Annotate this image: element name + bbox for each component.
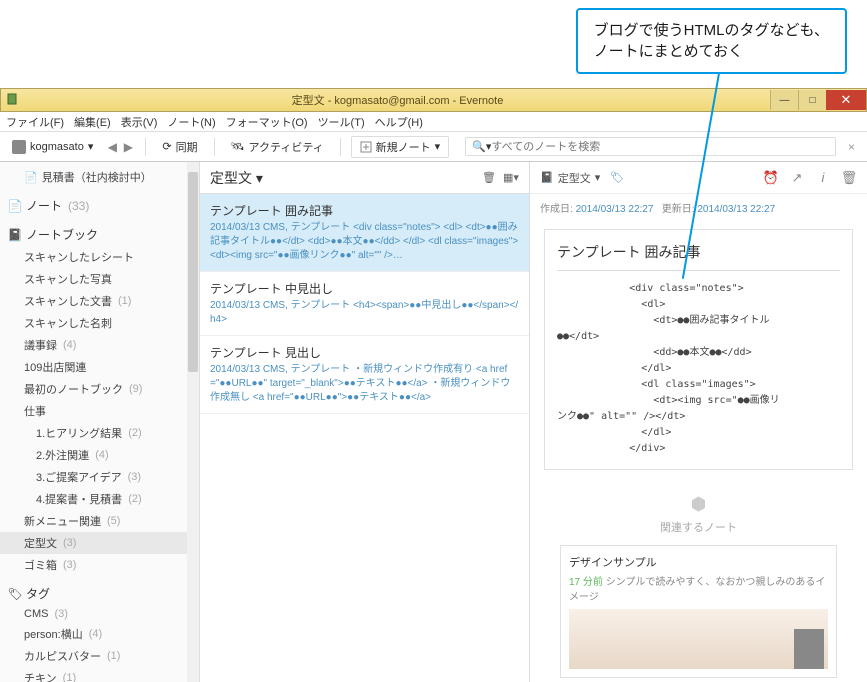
sidebar-notebook-item-selected[interactable]: 定型文(3) bbox=[0, 532, 199, 554]
sidebar-notebook-item[interactable]: スキャンした文書(1) bbox=[0, 290, 199, 312]
search-clear-button[interactable]: × bbox=[842, 140, 861, 154]
nav-back-button[interactable]: ◀ bbox=[105, 140, 119, 154]
tag-icon[interactable]: 🏷 bbox=[610, 171, 624, 184]
related-note-card[interactable]: デザインサンプル 17 分前 シンプルで読みやすく、なおかつ親しみのあるイメージ bbox=[560, 545, 837, 678]
note-meta: 2014/03/13 CMS, テンプレート <h4><span>●●中見出し●… bbox=[210, 299, 519, 327]
user-icon bbox=[12, 140, 26, 154]
maximize-button[interactable]: □ bbox=[798, 90, 826, 110]
view-toggle-icon[interactable]: ▦▾ bbox=[503, 170, 519, 186]
note-icon: 📄 bbox=[24, 171, 38, 184]
sidebar-recent-item[interactable]: 📄 見積書（社内検討中） bbox=[0, 166, 199, 188]
menu-format[interactable]: フォーマット(O) bbox=[226, 114, 308, 129]
sidebar-notebook-item[interactable]: スキャンした写真 bbox=[0, 268, 199, 290]
menu-help[interactable]: ヘルプ(H) bbox=[375, 114, 423, 129]
menu-edit[interactable]: 編集(E) bbox=[74, 114, 111, 129]
sidebar-scrollbar[interactable] bbox=[187, 162, 199, 682]
note-list-item[interactable]: テンプレート 見出し 2014/03/13 CMS, テンプレート ・新規ウィン… bbox=[200, 336, 529, 414]
sidebar-trash-item[interactable]: ゴミ箱(3) bbox=[0, 554, 199, 576]
chevron-down-icon: ▾ bbox=[88, 140, 94, 153]
sidebar-notebook-item[interactable]: スキャンしたレシート bbox=[0, 246, 199, 268]
note-title: テンプレート 囲み記事 bbox=[210, 202, 519, 219]
note-view-title[interactable]: テンプレート 囲み記事 bbox=[557, 242, 840, 271]
sidebar-notes-header[interactable]: 📄 ノート (33) bbox=[0, 194, 199, 217]
sidebar-notebook-item[interactable]: 新メニュー関連(5) bbox=[0, 510, 199, 532]
menu-note[interactable]: ノート(N) bbox=[167, 114, 215, 129]
related-title: デザインサンプル bbox=[569, 554, 828, 570]
note-title: テンプレート 見出し bbox=[210, 344, 519, 361]
sidebar-notebook-subitem[interactable]: 3.ご提案アイデア(3) bbox=[0, 466, 199, 488]
window-titlebar: 定型文 - kogmasato@gmail.com - Evernote — □… bbox=[0, 88, 867, 112]
note-list-item-selected[interactable]: テンプレート 囲み記事 2014/03/13 CMS, テンプレート <div … bbox=[200, 194, 529, 272]
updated-date: 2014/03/13 22:27 bbox=[697, 204, 775, 215]
sidebar-notebook-subitem[interactable]: 2.外注関連(4) bbox=[0, 444, 199, 466]
note-view-panel: 📓 定型文▾ 🏷 ⏰ ↗ i 🗑 作成日: 2014/03/13 22:27 更… bbox=[530, 162, 867, 682]
nav-forward-button[interactable]: ▶ bbox=[121, 140, 135, 154]
sidebar-notebook-item[interactable]: 最初のノートブック(9) bbox=[0, 378, 199, 400]
related-meta: 17 分前 シンプルで読みやすく、なおかつ親しみのあるイメージ bbox=[569, 573, 828, 603]
note-list-panel: 定型文 ▾ 🗑 ▦▾ テンプレート 囲み記事 2014/03/13 CMS, テ… bbox=[200, 162, 530, 682]
sidebar-notebook-subitem[interactable]: 1.ヒアリング結果(2) bbox=[0, 422, 199, 444]
menubar: ファイル(F) 編集(E) 表示(V) ノート(N) フォーマット(O) ツール… bbox=[0, 112, 867, 132]
note-list-header: 定型文 ▾ 🗑 ▦▾ bbox=[200, 162, 529, 194]
note-dates: 作成日: 2014/03/13 22:27 更新日: 2014/03/13 22… bbox=[530, 194, 867, 221]
share-icon[interactable]: ↗ bbox=[789, 170, 805, 186]
sidebar-notebook-stack[interactable]: 仕事 bbox=[0, 400, 199, 422]
notebook-selector[interactable]: 📓 定型文▾ bbox=[540, 170, 600, 186]
main-toolbar: kogmasato ▾ ◀ ▶ ⟳ 同期 🛰 アクティビティ 新規ノート ▾ 🔍… bbox=[0, 132, 867, 162]
info-icon[interactable]: i bbox=[815, 170, 831, 186]
user-name: kogmasato bbox=[30, 141, 84, 153]
sidebar-tag-item[interactable]: チキン(1) bbox=[0, 667, 199, 682]
created-date: 2014/03/13 22:27 bbox=[576, 204, 654, 215]
note-meta: 2014/03/13 CMS, テンプレート ・新規ウィンドウ作成有り <a h… bbox=[210, 363, 519, 405]
notebook-icon: 📓 bbox=[540, 171, 554, 184]
chevron-down-icon: ▾ bbox=[435, 140, 441, 153]
sidebar-notebook-item[interactable]: スキャンした名刺 bbox=[0, 312, 199, 334]
note-list-item[interactable]: テンプレート 中見出し 2014/03/13 CMS, テンプレート <h4><… bbox=[200, 272, 529, 336]
tag-icon: 🏷 bbox=[8, 587, 22, 601]
note-title: テンプレート 中見出し bbox=[210, 280, 519, 297]
menu-file[interactable]: ファイル(F) bbox=[6, 114, 64, 129]
note-content[interactable]: テンプレート 囲み記事 <div class="notes"> <dl> <dt… bbox=[544, 229, 853, 470]
sidebar-tag-item[interactable]: カルピスバター(1) bbox=[0, 645, 199, 667]
search-box[interactable]: 🔍▾ bbox=[465, 137, 836, 156]
sidebar-notebook-subitem[interactable]: 4.提案書・見積書(2) bbox=[0, 488, 199, 510]
activity-button[interactable]: 🛰 アクティビティ bbox=[225, 137, 330, 157]
window-title: 定型文 - kogmasato@gmail.com - Evernote bbox=[25, 92, 770, 108]
sync-button[interactable]: ⟳ 同期 bbox=[156, 137, 203, 157]
close-button[interactable]: ✕ bbox=[826, 90, 866, 110]
related-thumbnail bbox=[569, 609, 828, 669]
reminder-icon[interactable]: ⏰ bbox=[763, 170, 779, 186]
sidebar-notebook-item[interactable]: 109出店関連 bbox=[0, 356, 199, 378]
trash-icon[interactable]: 🗑 bbox=[481, 170, 497, 186]
menu-view[interactable]: 表示(V) bbox=[121, 114, 158, 129]
activity-icon: 🛰 bbox=[231, 140, 245, 153]
note-view-body[interactable]: <div class="notes"> <dl> <dt>●●囲み記事タイトル … bbox=[557, 281, 840, 457]
sidebar-tags-header[interactable]: 🏷 タグ bbox=[0, 582, 199, 605]
menu-tool[interactable]: ツール(T) bbox=[318, 114, 365, 129]
minimize-button[interactable]: — bbox=[770, 90, 798, 110]
notebook-title[interactable]: 定型文 ▾ bbox=[210, 168, 475, 188]
notes-icon: 📄 bbox=[8, 199, 22, 213]
sidebar: 📄 見積書（社内検討中） 📄 ノート (33) 📓 ノートブック スキャンしたレ… bbox=[0, 162, 200, 682]
app-icon bbox=[5, 92, 21, 108]
nav-back-forward: ◀ ▶ bbox=[105, 140, 135, 154]
search-input[interactable] bbox=[491, 141, 829, 153]
user-menu[interactable]: kogmasato ▾ bbox=[6, 138, 99, 156]
search-icon: 🔍▾ bbox=[472, 140, 491, 153]
sidebar-notebook-item[interactable]: 議事録(4) bbox=[0, 334, 199, 356]
new-note-icon bbox=[360, 141, 372, 153]
sync-icon: ⟳ bbox=[162, 140, 171, 153]
annotation-callout: ブログで使うHTMLのタグなども、 ノートにまとめておく bbox=[576, 8, 847, 74]
delete-icon[interactable]: 🗑 bbox=[841, 170, 857, 186]
notebook-icon: 📓 bbox=[8, 228, 22, 242]
sidebar-tag-item[interactable]: CMS(3) bbox=[0, 605, 199, 623]
related-notes-header: ⬢ 関連するノート bbox=[530, 494, 867, 535]
scrollbar-thumb[interactable] bbox=[188, 172, 198, 372]
note-meta: 2014/03/13 CMS, テンプレート <div class="notes… bbox=[210, 221, 519, 263]
evernote-icon: ⬢ bbox=[530, 494, 867, 515]
sidebar-tag-item[interactable]: person:横山(4) bbox=[0, 623, 199, 645]
new-note-button[interactable]: 新規ノート ▾ bbox=[351, 136, 450, 158]
sidebar-notebooks-header[interactable]: 📓 ノートブック bbox=[0, 223, 199, 246]
